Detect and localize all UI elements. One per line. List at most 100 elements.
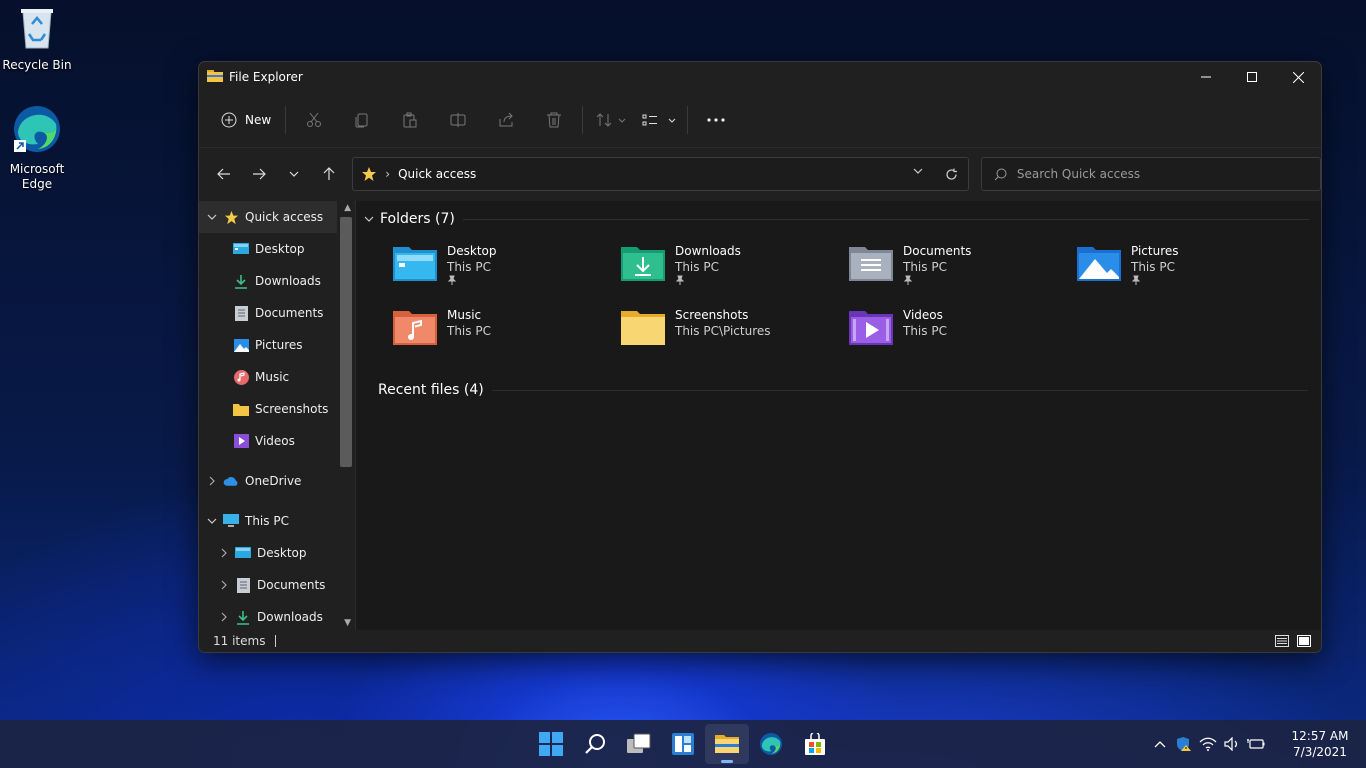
- volume-icon: [1224, 737, 1238, 751]
- wifi-tray-button[interactable]: [1196, 737, 1220, 751]
- videos-folder-icon: [849, 307, 897, 347]
- sidebar-item-pc-desktop[interactable]: Desktop: [199, 537, 355, 569]
- scroll-up-icon[interactable]: ▲: [344, 203, 351, 213]
- address-bar[interactable]: › Quick access: [352, 157, 969, 191]
- recent-locations-button[interactable]: [277, 158, 312, 190]
- folder-tile-pictures[interactable]: Pictures This PC: [1077, 243, 1297, 303]
- cut-button[interactable]: [290, 102, 338, 138]
- more-options-button[interactable]: [692, 102, 740, 138]
- store-taskbar-button[interactable]: [793, 724, 837, 764]
- chevron-right-icon[interactable]: [213, 548, 235, 558]
- recent-files-section-header[interactable]: Recent files (4): [378, 382, 1308, 398]
- up-button[interactable]: [311, 158, 346, 190]
- sidebar-item-screenshots[interactable]: Screenshots: [199, 393, 355, 425]
- sidebar-item-label: Desktop: [255, 242, 305, 256]
- navigation-row: › Quick access: [199, 148, 1321, 200]
- folder-tile-screenshots[interactable]: Screenshots This PC\Pictures: [621, 307, 841, 367]
- close-button[interactable]: [1275, 62, 1321, 92]
- clock[interactable]: 12:57 AM 7/3/2021: [1278, 728, 1362, 760]
- volume-tray-button[interactable]: [1220, 737, 1244, 751]
- folder-tile-downloads[interactable]: Downloads This PC: [621, 243, 841, 303]
- file-explorer-icon: [207, 69, 223, 86]
- recycle-bin-desktop-icon[interactable]: Recycle Bin: [0, 6, 74, 73]
- delete-button[interactable]: [530, 102, 578, 138]
- sidebar-item-videos[interactable]: Videos: [199, 425, 355, 457]
- folder-location: This PC: [903, 260, 947, 274]
- sidebar-item-documents[interactable]: Documents: [199, 297, 355, 329]
- sidebar-item-pc-documents[interactable]: Documents: [199, 569, 355, 601]
- arrow-left-icon: [217, 168, 231, 180]
- sidebar-item-onedrive[interactable]: OneDrive: [199, 465, 355, 497]
- view-button[interactable]: [635, 102, 683, 138]
- chevron-right-icon: ›: [385, 167, 391, 181]
- sidebar-item-pc-downloads[interactable]: Downloads: [199, 601, 355, 630]
- search-input[interactable]: [1016, 167, 1297, 181]
- paste-button[interactable]: [386, 102, 434, 138]
- new-button[interactable]: New: [211, 102, 281, 138]
- folder-location: This PC: [1131, 260, 1175, 274]
- forward-button[interactable]: [242, 158, 277, 190]
- chevron-down-icon: [913, 168, 923, 174]
- search-taskbar-button[interactable]: [573, 724, 617, 764]
- chevron-right-icon[interactable]: [213, 612, 235, 622]
- pictures-icon: [233, 337, 249, 353]
- edge-desktop-icon[interactable]: Microsoft Edge: [0, 104, 74, 192]
- back-button[interactable]: [207, 158, 242, 190]
- toolbar-separator: [285, 105, 287, 134]
- sidebar-scrollbar[interactable]: ▲ ▼: [337, 201, 355, 630]
- arrow-up-icon: [323, 167, 335, 180]
- desktop-icon: [235, 545, 251, 561]
- taskbar: 12:57 AM 7/3/2021: [0, 720, 1366, 768]
- documents-folder-icon: [849, 243, 897, 283]
- large-icons-view-button[interactable]: [1293, 632, 1315, 650]
- address-history-button[interactable]: [902, 168, 935, 181]
- sidebar-item-music[interactable]: Music: [199, 361, 355, 393]
- rename-button[interactable]: [434, 102, 482, 138]
- task-view-button[interactable]: [617, 724, 661, 764]
- folder-tile-documents[interactable]: Documents This PC: [849, 243, 1069, 303]
- file-explorer-icon: [715, 735, 739, 753]
- sidebar-item-downloads[interactable]: Downloads: [199, 265, 355, 297]
- folder-tile-music[interactable]: Music This PC: [393, 307, 613, 367]
- refresh-button[interactable]: [935, 168, 968, 181]
- show-hidden-icons-button[interactable]: [1148, 740, 1172, 748]
- sort-button[interactable]: [587, 102, 635, 138]
- edge-label: Microsoft Edge: [9, 162, 65, 191]
- search-icon: [585, 734, 605, 754]
- search-box[interactable]: [980, 157, 1321, 191]
- new-button-label: New: [245, 112, 272, 127]
- minimize-button[interactable]: [1183, 62, 1229, 92]
- chevron-down-icon[interactable]: [201, 214, 223, 220]
- folder-tile-videos[interactable]: Videos This PC: [849, 307, 1069, 367]
- sidebar-item-label: Music: [255, 370, 290, 384]
- sidebar-item-this-pc[interactable]: This PC: [199, 505, 355, 537]
- copy-button[interactable]: [338, 102, 386, 138]
- start-button[interactable]: [529, 724, 573, 764]
- share-button[interactable]: [482, 102, 530, 138]
- security-tray-button[interactable]: [1172, 736, 1196, 752]
- paste-icon: [403, 112, 417, 127]
- system-tray: 12:57 AM 7/3/2021: [1148, 720, 1366, 768]
- sidebar-item-desktop[interactable]: Desktop: [199, 233, 355, 265]
- chevron-down-icon[interactable]: [201, 518, 223, 524]
- chevron-right-icon[interactable]: [201, 476, 223, 486]
- folder-tile-desktop[interactable]: Desktop This PC: [393, 243, 613, 303]
- chevron-right-icon[interactable]: [213, 580, 235, 590]
- title-bar[interactable]: File Explorer: [199, 62, 1321, 92]
- chevron-down-icon[interactable]: [364, 216, 374, 222]
- file-explorer-taskbar-button[interactable]: [705, 724, 749, 764]
- folders-section-header[interactable]: Folders (7): [364, 211, 1309, 227]
- edge-taskbar-button[interactable]: [749, 724, 793, 764]
- toolbar-separator: [687, 105, 689, 134]
- details-view-button[interactable]: [1271, 632, 1293, 650]
- share-icon: [499, 112, 513, 126]
- maximize-button[interactable]: [1229, 62, 1275, 92]
- scroll-down-icon[interactable]: ▼: [344, 618, 351, 628]
- search-icon: [994, 168, 1007, 180]
- scroll-thumb[interactable]: [340, 217, 352, 467]
- battery-tray-button[interactable]: [1244, 738, 1268, 750]
- widgets-button[interactable]: [661, 724, 705, 764]
- breadcrumb-location[interactable]: Quick access: [398, 167, 476, 181]
- sidebar-item-quick-access[interactable]: Quick access: [199, 201, 355, 233]
- sidebar-item-pictures[interactable]: Pictures: [199, 329, 355, 361]
